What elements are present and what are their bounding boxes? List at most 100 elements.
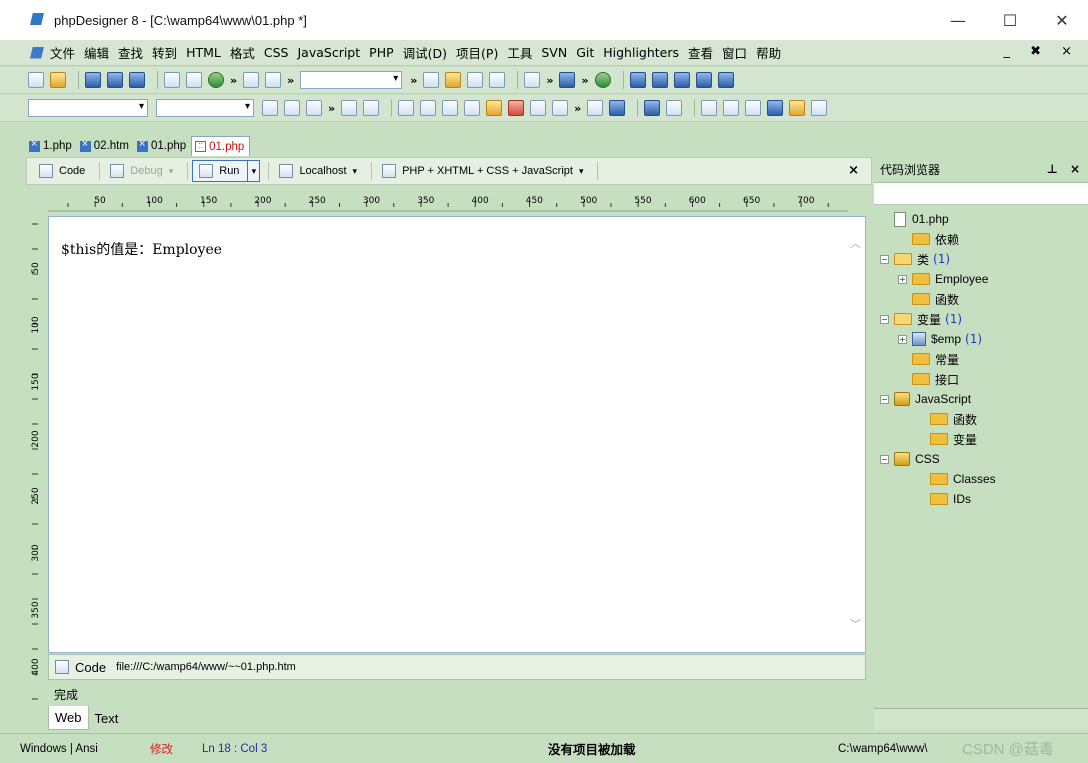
run-browser-icon[interactable]	[723, 100, 740, 116]
split-horizontal-icon[interactable]	[673, 72, 690, 88]
open-folder-icon[interactable]	[50, 72, 66, 88]
minimize-button[interactable]: —	[932, 0, 984, 40]
insert-table-icon[interactable]	[644, 100, 661, 116]
code-button[interactable]: Code	[33, 160, 91, 182]
tree-row[interactable]: − CSS	[874, 449, 1088, 469]
tree-row[interactable]: 常量	[874, 349, 1088, 369]
localhost-button[interactable]: Localhost ▾	[273, 160, 363, 182]
indent-left-icon[interactable]	[420, 100, 437, 116]
paste-icon[interactable]	[265, 72, 282, 88]
menu-format[interactable]: 格式	[230, 43, 255, 62]
tab-close-icon[interactable]	[79, 138, 91, 152]
tree-row[interactable]: + $emp (1)	[874, 329, 1088, 349]
scroll-up-icon[interactable]: ︿	[850, 235, 861, 251]
tab-text[interactable]: Text	[89, 706, 125, 730]
tree-row[interactable]: 01.php	[874, 209, 1088, 229]
tab-preview-icon[interactable]	[195, 140, 207, 152]
run-dropdown-icon[interactable]: ▾	[247, 160, 259, 182]
save-icon[interactable]	[85, 72, 101, 88]
menu-html[interactable]: HTML	[186, 45, 221, 60]
indent-right-icon[interactable]	[398, 100, 415, 116]
tab-02-htm[interactable]: 02.htm	[77, 136, 134, 156]
bookmark-icon[interactable]	[423, 72, 440, 88]
hand-icon[interactable]	[486, 100, 503, 116]
indent-icon[interactable]	[467, 72, 484, 88]
layout-icon[interactable]	[717, 72, 734, 88]
insert-image-icon[interactable]	[609, 100, 626, 116]
link-icon[interactable]	[587, 100, 604, 116]
frame-icon[interactable]	[701, 100, 718, 116]
tab-close-icon[interactable]	[29, 138, 40, 152]
menu-javascript[interactable]: JavaScript	[297, 45, 360, 60]
preview-pane[interactable]: $this的值是：Employee ︿ ﹀	[48, 216, 866, 653]
list-icon[interactable]	[666, 100, 683, 116]
cut-icon[interactable]	[243, 72, 260, 88]
collapse-icon[interactable]: −	[880, 454, 889, 464]
settings-icon[interactable]	[811, 100, 828, 116]
image-icon[interactable]	[530, 100, 547, 116]
close-preview-icon[interactable]: ×	[848, 163, 859, 178]
maximize-button[interactable]: ☐	[984, 0, 1036, 40]
menu-help[interactable]: 帮助	[756, 43, 781, 62]
vertical-scrollbar[interactable]: ︿ ﹀	[847, 217, 865, 652]
server-icon[interactable]	[789, 100, 806, 116]
web-globe-icon[interactable]	[594, 72, 611, 88]
copy-document-icon[interactable]	[164, 72, 180, 88]
size-combo[interactable]	[156, 99, 254, 117]
split-vertical-icon[interactable]	[695, 72, 712, 88]
scroll-down-icon[interactable]: ﹀	[850, 616, 861, 632]
menu-goto[interactable]: 转到	[152, 43, 177, 62]
debug-button[interactable]: Debug ▾	[104, 160, 179, 182]
tab-01-php[interactable]: 01.php	[134, 136, 191, 156]
collapse-icon[interactable]: −	[880, 314, 889, 324]
table-icon[interactable]	[284, 100, 300, 116]
form-icon[interactable]	[306, 100, 322, 116]
menu-find[interactable]: 查找	[118, 43, 143, 62]
comment-icon[interactable]	[262, 100, 278, 116]
save-as-icon[interactable]	[129, 72, 145, 88]
outdent-icon[interactable]	[489, 72, 506, 88]
expand-icon[interactable]: +	[898, 334, 907, 344]
overflow-chevron-icon[interactable]: »	[581, 74, 588, 87]
menu-tools[interactable]: 工具	[507, 43, 532, 62]
snippet-icon[interactable]	[445, 72, 462, 88]
tree-row[interactable]: 接口	[874, 369, 1088, 389]
menu-svn[interactable]: SVN	[541, 45, 567, 60]
new-file-icon[interactable]	[28, 72, 44, 88]
tree-row[interactable]: − 变量 (1)	[874, 309, 1088, 329]
tab-web[interactable]: Web	[48, 706, 89, 730]
menu-file[interactable]: 文件	[50, 43, 75, 62]
overflow-chevron-icon[interactable]: »	[546, 74, 553, 87]
collapse-icon[interactable]: −	[880, 394, 889, 404]
pencil-icon[interactable]	[363, 100, 380, 116]
overflow-chevron-icon[interactable]: »	[574, 102, 581, 115]
menu-project[interactable]: 项目(P)	[456, 43, 498, 62]
close-button[interactable]: ✕	[1036, 0, 1088, 40]
tree-row[interactable]: 依赖	[874, 229, 1088, 249]
comment-block-icon[interactable]	[442, 100, 459, 116]
tab-1-php[interactable]: 1.php	[26, 136, 77, 156]
tree-row[interactable]: 函数	[874, 289, 1088, 309]
tree-row[interactable]: Classes	[874, 469, 1088, 489]
menu-view[interactable]: 查看	[688, 43, 713, 62]
preview-icon[interactable]	[552, 100, 569, 116]
overflow-chevron-icon[interactable]: »	[410, 74, 417, 87]
search-combo[interactable]	[300, 71, 403, 89]
debug-step-icon[interactable]	[341, 100, 358, 116]
paste-document-icon[interactable]	[186, 72, 202, 88]
panel-controls[interactable]: ⊥ ×	[1047, 162, 1084, 176]
overflow-chevron-icon[interactable]: »	[287, 74, 294, 87]
marker-icon[interactable]	[508, 100, 525, 116]
save-all-icon[interactable]	[107, 72, 123, 88]
run-local-icon[interactable]	[745, 100, 762, 116]
tree-row[interactable]: − 类 (1)	[874, 249, 1088, 269]
tree-row[interactable]: 函数	[874, 409, 1088, 429]
mdi-controls[interactable]: _ ✖ ×	[1003, 44, 1080, 59]
tab-01-php-active[interactable]: 01.php	[191, 136, 251, 156]
tools-icon[interactable]	[559, 72, 576, 88]
collapse-icon[interactable]: −	[880, 254, 889, 264]
expand-icon[interactable]: +	[898, 274, 907, 284]
code-view-button[interactable]: Code	[55, 660, 106, 675]
panel-left-icon[interactable]	[629, 72, 646, 88]
code-browser-filter[interactable]	[874, 183, 1088, 205]
